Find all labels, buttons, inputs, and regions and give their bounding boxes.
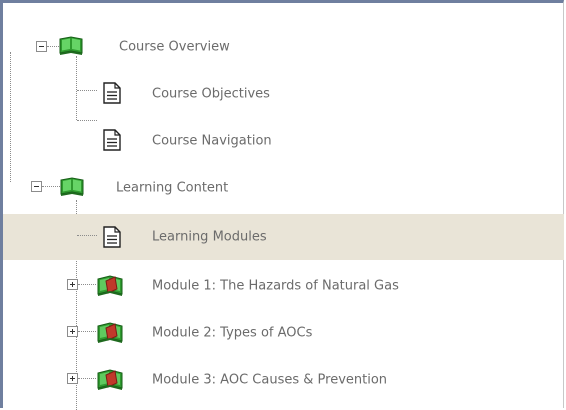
module-book-icon [97, 322, 123, 343]
tree-connector [78, 331, 96, 332]
book-icon [60, 177, 84, 196]
course-tree: Course Overview Course Objectives Course… [0, 0, 566, 410]
tree-node-label: Module 2: Types of AOCs [152, 325, 313, 341]
document-icon [103, 129, 121, 151]
tree-node-label: Module 1: The Hazards of Natural Gas [152, 278, 399, 294]
tree-node-label: Learning Modules [152, 229, 267, 245]
tree-connector [42, 186, 60, 187]
expand-toggle[interactable] [67, 373, 78, 384]
tree-node-course-objectives[interactable]: Course Objectives [3, 71, 564, 117]
tree-node-label: Module 3: AOC Causes & Prevention [152, 372, 388, 388]
tree-node-module-3[interactable]: Module 3: AOC Causes & Prevention [3, 357, 564, 403]
tree-node-label: Course Overview [119, 39, 230, 55]
tree-node-module-1[interactable]: Module 1: The Hazards of Natural Gas [3, 263, 564, 309]
tree-node-label: Course Navigation [152, 133, 272, 149]
document-icon [103, 82, 121, 104]
tree-node-learning-modules[interactable]: Learning Modules [3, 214, 564, 260]
tree-node-course-overview[interactable]: Course Overview [3, 24, 564, 70]
tree-node-label: Course Objectives [152, 86, 270, 102]
tree-node-course-navigation[interactable]: Course Navigation [3, 118, 564, 164]
tree-connector [77, 120, 97, 121]
tree-connector [77, 235, 97, 236]
expand-toggle[interactable] [67, 326, 78, 337]
tree-connector [78, 284, 96, 285]
tree-connector [77, 90, 97, 91]
module-book-icon [97, 275, 123, 296]
tree-connector [78, 378, 96, 379]
tree-node-label: Learning Content [116, 180, 229, 196]
module-book-icon [97, 369, 123, 390]
collapse-toggle[interactable] [36, 41, 47, 52]
tree-node-module-2[interactable]: Module 2: Types of AOCs [3, 310, 564, 356]
book-icon [59, 36, 83, 55]
expand-toggle[interactable] [67, 279, 78, 290]
document-icon [103, 226, 121, 248]
tree-node-learning-content[interactable]: Learning Content [3, 165, 564, 211]
collapse-toggle[interactable] [31, 181, 42, 192]
